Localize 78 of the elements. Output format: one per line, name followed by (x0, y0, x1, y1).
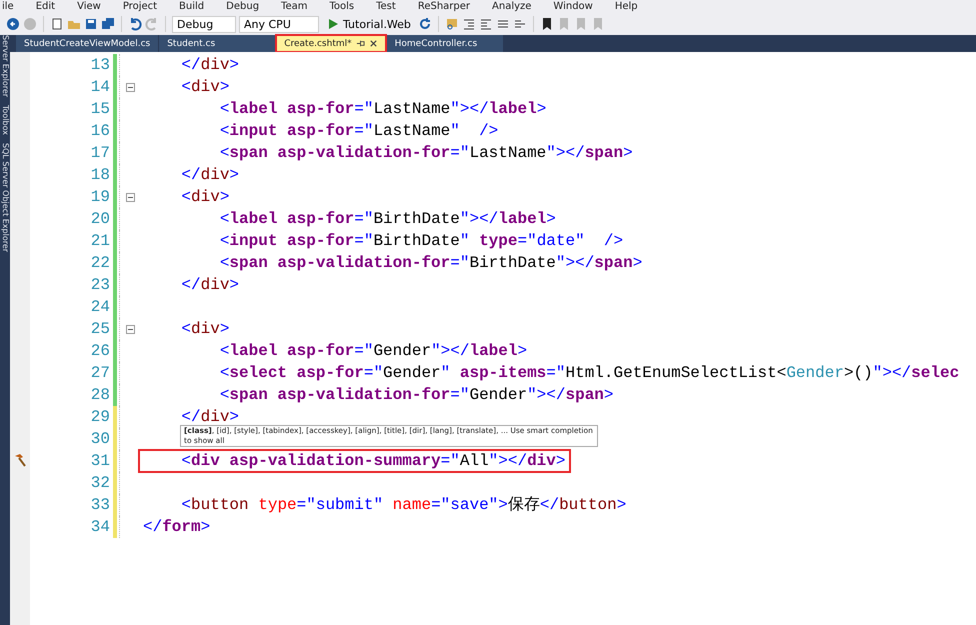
pin-icon[interactable] (356, 39, 365, 48)
line-number: 34 (90, 518, 110, 536)
menu-item[interactable]: Team (281, 0, 308, 12)
line-number: 14 (90, 78, 110, 96)
menu-item[interactable]: Analyze (492, 0, 532, 12)
start-button[interactable]: Tutorial.Web (322, 17, 415, 31)
menu-item[interactable]: Help (614, 0, 638, 12)
close-icon[interactable] (368, 39, 378, 48)
line-number: 13 (90, 56, 110, 74)
collapse-icon[interactable] (126, 192, 134, 202)
code-line: <span asp-validation-for="LastName"></span> (218, 143, 634, 163)
menu-item[interactable]: Window (553, 0, 593, 12)
code-line: </div> (180, 407, 240, 427)
line-number: 16 (90, 122, 110, 140)
back-icon[interactable] (6, 17, 20, 31)
code-line: <div> (180, 187, 230, 207)
code-line: <span asp-validation-for="Gender"></span> (218, 385, 614, 405)
side-panel-tab[interactable]: Server Explorer (0, 35, 10, 98)
menu-item[interactable]: ReSharper (418, 0, 470, 12)
code-line: <label asp-for="BirthDate"></label> (218, 209, 557, 229)
configuration-dropdown[interactable]: Debug (172, 16, 236, 32)
menu-item[interactable]: Test (376, 0, 396, 12)
line-number: 28 (90, 386, 110, 404)
line-number: 33 (90, 496, 110, 514)
line-number: 31 (90, 452, 110, 470)
line-number: 23 (90, 276, 110, 294)
file-tab[interactable]: Student.cs (159, 35, 276, 52)
code-line: <label asp-for="Gender"></label> (218, 341, 528, 361)
menu-item[interactable]: Build (179, 0, 204, 12)
code-line: </form> (142, 517, 212, 537)
file-tab[interactable]: StudentCreateViewModel.cs (16, 35, 158, 52)
indent-icon[interactable] (462, 17, 476, 31)
line-number: 19 (90, 188, 110, 206)
menu-item[interactable]: View (77, 0, 101, 12)
line-number: 27 (90, 364, 110, 382)
line-number: 24 (90, 298, 110, 316)
code-line: <button type="submit" name="save">保存</button> (180, 495, 628, 515)
line-number: 29 (90, 408, 110, 426)
menu-item[interactable]: Project (122, 0, 158, 12)
refresh-icon[interactable] (418, 17, 432, 31)
new-project-icon[interactable] (50, 17, 64, 31)
menu-item[interactable]: ile (2, 0, 14, 12)
line-number: 18 (90, 166, 110, 184)
code-line: <span asp-validation-for="BirthDate"></span> (218, 253, 644, 273)
line-number: 32 (90, 474, 110, 492)
line-number: 26 (90, 342, 110, 360)
menu-item[interactable]: Edit (36, 0, 56, 12)
file-tab[interactable]: Create.cshtml* (276, 35, 386, 52)
code-line: </div> (180, 165, 240, 185)
code-line: <div> (180, 77, 230, 97)
menu-item[interactable]: Tools (329, 0, 354, 12)
outdent-icon[interactable] (478, 17, 493, 31)
line-number: 17 (90, 144, 110, 162)
code-line: <input asp-for="BirthDate" type="date" /> (218, 231, 624, 251)
code-line: </div> (180, 275, 240, 295)
code-line: </div> (180, 55, 240, 75)
side-panel-tab[interactable]: SQL Server Object Explorer (0, 143, 10, 252)
menu-item[interactable]: Debug (226, 0, 260, 12)
line-number: 21 (90, 232, 110, 250)
file-tab[interactable]: HomeController.cs (386, 35, 503, 52)
collapse-icon[interactable] (126, 324, 134, 334)
code-line: <div asp-validation-summary="All"></div> (140, 451, 568, 471)
save-icon[interactable] (84, 17, 98, 31)
line-number: 25 (90, 320, 110, 338)
code-line: <select asp-for="Gender" asp-items="Html.GetEnumSelectList<Gender>()"></selec (218, 363, 960, 383)
line-number: 15 (90, 100, 110, 118)
undo-icon[interactable] (128, 17, 142, 31)
platform-dropdown[interactable]: Any CPU (239, 16, 319, 32)
collapse-icon[interactable] (126, 82, 134, 92)
side-panel-tab[interactable]: Toolbox (0, 105, 10, 136)
code-line: <div> (180, 319, 230, 339)
line-number: 30 (90, 430, 110, 448)
line-number: 20 (90, 210, 110, 228)
line-number: 22 (90, 254, 110, 272)
code-line: <input asp-for="LastName" /> (218, 121, 500, 141)
play-icon (326, 17, 340, 31)
save-all-icon[interactable] (101, 17, 115, 31)
code-line: <label asp-for="LastName"></label> (218, 99, 548, 119)
